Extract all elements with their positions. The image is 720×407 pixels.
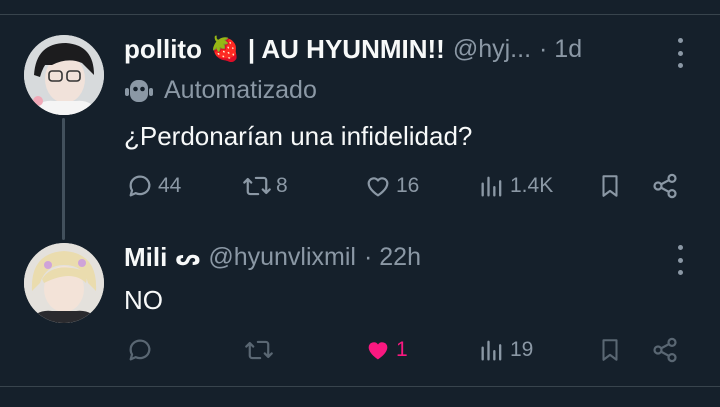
reply-icon	[129, 175, 151, 197]
top-divider	[0, 14, 720, 15]
bookmark-icon	[602, 175, 618, 197]
display-name[interactable]: pollito	[124, 34, 202, 65]
like-button[interactable]: 1	[364, 336, 408, 364]
automated-badge: Automatizado	[124, 76, 317, 105]
display-name[interactable]: Mili	[124, 242, 167, 273]
name-symbol: ᔕ	[175, 244, 201, 270]
more-options-icon[interactable]	[670, 38, 690, 68]
like-count: 1	[396, 338, 408, 361]
user-handle[interactable]: @hyunvlixmil	[208, 243, 356, 272]
views-button[interactable]: 19	[478, 336, 533, 364]
avatar-image	[24, 243, 104, 323]
reply-count: 44	[158, 174, 182, 197]
timestamp[interactable]: · 22h	[364, 243, 421, 272]
views-button[interactable]: 1.4K	[478, 172, 553, 200]
thread-connector	[62, 118, 65, 240]
heart-filled-icon	[368, 342, 388, 360]
like-button[interactable]: 16	[364, 172, 419, 200]
view-count: 19	[510, 338, 534, 361]
retweet-count: 8	[276, 174, 288, 197]
bookmark-button[interactable]	[597, 336, 623, 364]
share-icon	[653, 173, 677, 199]
retweet-button[interactable]: 8	[242, 172, 288, 200]
more-options-icon[interactable]	[670, 245, 690, 275]
retweet-button[interactable]	[244, 336, 278, 364]
view-count: 1.4K	[510, 174, 554, 197]
retweet-icon	[243, 176, 271, 196]
bar-chart-icon	[481, 340, 502, 361]
bookmark-button[interactable]	[597, 172, 623, 200]
share-icon	[653, 337, 677, 363]
display-name-suffix[interactable]: | AU HYUNMIN!!	[248, 34, 445, 65]
reply-icon	[129, 339, 151, 361]
bar-chart-icon	[481, 176, 502, 197]
reply-text: NO	[124, 285, 163, 315]
like-count: 16	[396, 174, 420, 197]
reply-button[interactable]: 44	[126, 172, 181, 200]
avatar[interactable]	[24, 35, 104, 115]
reply-header: Mili ᔕ @hyunvlixmil · 22h	[124, 242, 421, 273]
share-button[interactable]	[651, 336, 679, 364]
strawberry-emoji-icon: 🍓	[209, 36, 240, 63]
tweet-header: pollito 🍓 | AU HYUNMIN!! @hyj... · 1d	[124, 34, 582, 65]
tweet-text: ¿Perdonarían una infidelidad?	[124, 121, 473, 151]
bookmark-icon	[602, 339, 618, 361]
timestamp[interactable]: · 1d	[539, 35, 582, 64]
automated-label: Automatizado	[164, 76, 317, 104]
heart-icon	[367, 177, 389, 197]
share-button[interactable]	[651, 172, 679, 200]
user-handle[interactable]: @hyj...	[453, 35, 531, 64]
avatar-image	[24, 35, 104, 115]
reply-button[interactable]	[126, 336, 158, 364]
robot-icon	[125, 79, 153, 102]
bottom-divider	[0, 386, 720, 387]
avatar[interactable]	[24, 243, 104, 323]
retweet-icon	[245, 340, 273, 360]
